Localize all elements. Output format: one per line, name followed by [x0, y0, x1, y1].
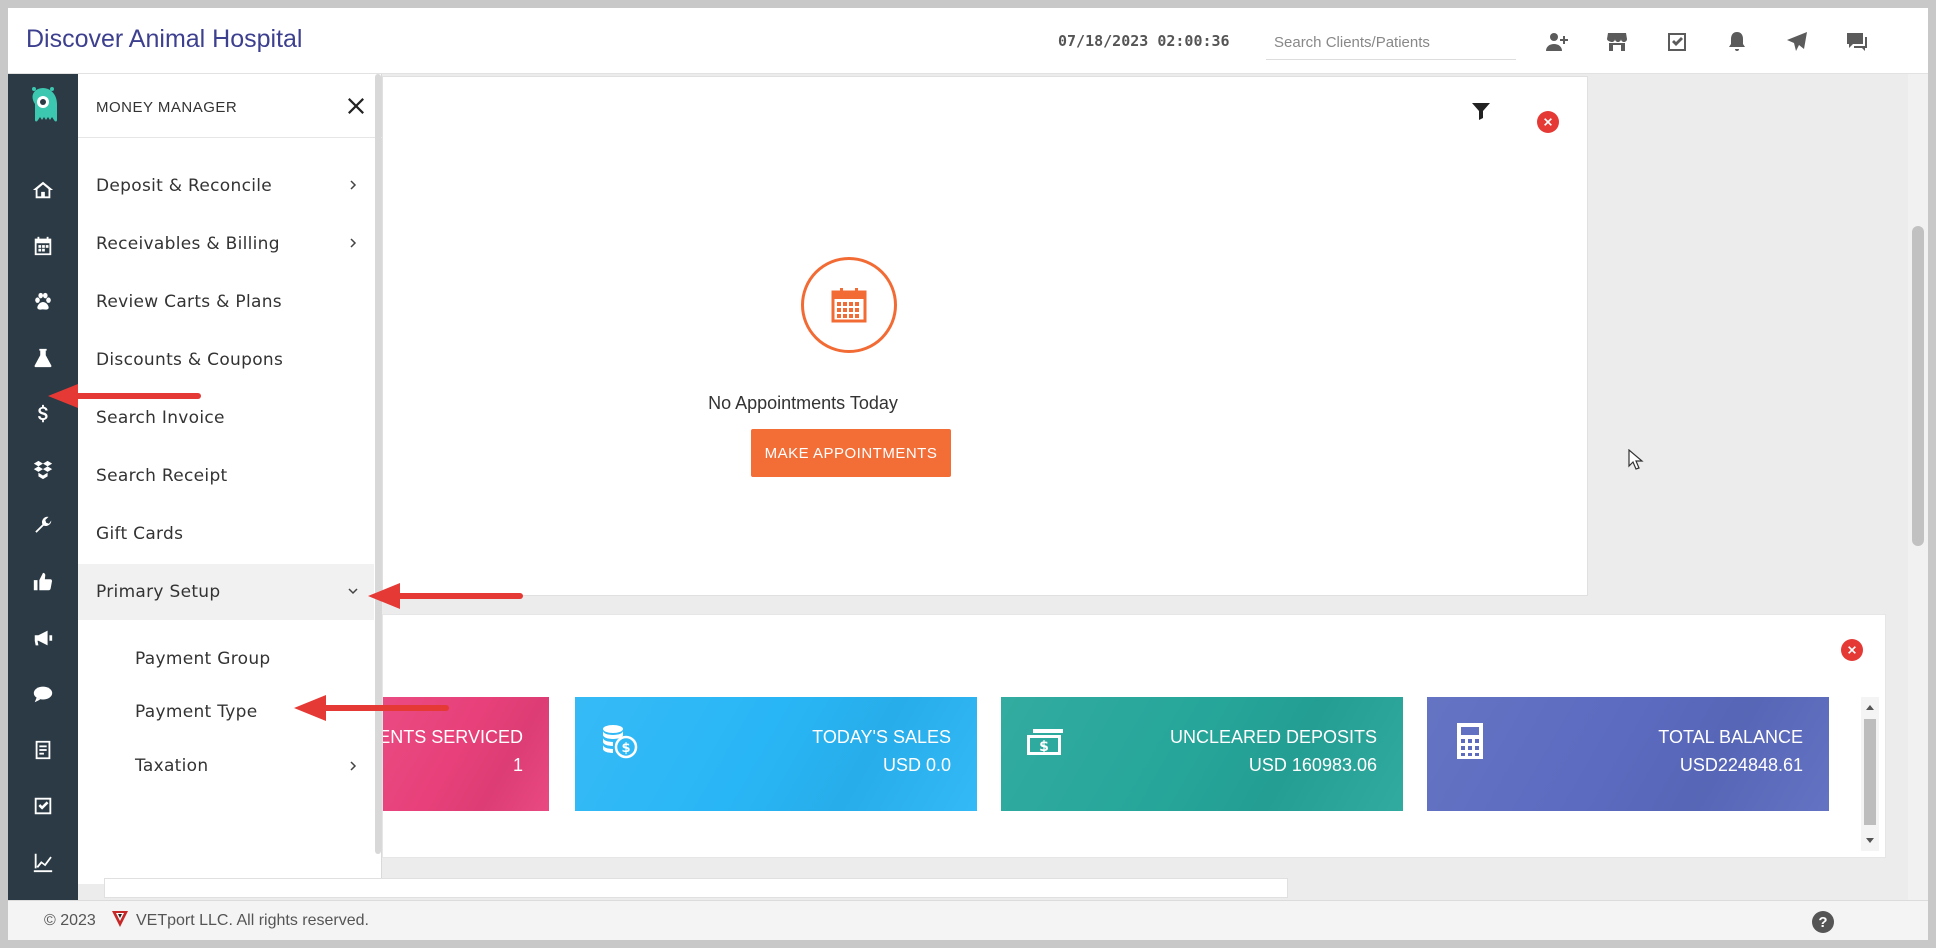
close-card-icon[interactable] — [1537, 111, 1559, 133]
calendar-icon — [801, 257, 897, 353]
add-user-icon[interactable] — [1542, 28, 1572, 56]
menu-item-label: Receivables & Billing — [96, 234, 280, 254]
menu-item-label: Review Carts & Plans — [96, 292, 282, 312]
submenu-item-label: Taxation — [135, 756, 209, 776]
tile-label: UNCLEARED DEPOSITS — [1169, 727, 1377, 747]
company-rights-text: VETport LLC. All rights reserved. — [136, 912, 369, 929]
checkbox-icon[interactable] — [8, 784, 78, 828]
chat-icon[interactable] — [1842, 28, 1872, 56]
chevron-right-icon — [350, 238, 357, 248]
document-icon[interactable] — [8, 728, 78, 772]
paw-icon[interactable] — [8, 280, 78, 324]
menu-item-deposit-reconcile[interactable]: Deposit & Reconcile — [78, 158, 374, 214]
menu-item-receivables-billing[interactable]: Receivables & Billing — [78, 216, 374, 272]
filter-icon[interactable] — [1469, 99, 1497, 127]
chart-icon[interactable] — [8, 840, 78, 884]
current-datetime: 07/18/2023 02:00:36 — [1058, 32, 1230, 50]
page-scrollbar[interactable] — [1908, 74, 1928, 900]
chevron-right-icon — [350, 180, 357, 190]
chevron-right-icon — [350, 761, 357, 771]
thumbs-up-icon[interactable] — [8, 560, 78, 604]
scroll-thumb[interactable] — [1864, 719, 1876, 825]
menu-item-review-carts-plans[interactable]: Review Carts & Plans — [78, 274, 374, 330]
tile-value: USD 160983.06 — [1248, 755, 1377, 775]
copyright-year: © 2023 — [44, 912, 96, 929]
tile-value: 1 — [512, 755, 523, 775]
svg-text:$: $ — [1039, 739, 1049, 755]
menu-item-label: Search Invoice — [96, 408, 225, 428]
mouse-cursor-icon — [1628, 449, 1644, 470]
calculator-icon — [1451, 721, 1491, 761]
annotation-arrow-dollar — [48, 384, 201, 408]
store-icon[interactable] — [1602, 28, 1632, 56]
left-icon-rail — [8, 74, 78, 900]
svg-text:$: $ — [621, 741, 630, 756]
hospital-name[interactable]: Discover Animal Hospital — [26, 25, 303, 54]
no-appointments-text: No Appointments Today — [708, 393, 898, 413]
send-icon[interactable] — [1782, 28, 1812, 56]
menu-title: MONEY MANAGER — [96, 99, 238, 116]
megaphone-icon[interactable] — [8, 616, 78, 660]
lab-flask-icon[interactable] — [8, 336, 78, 380]
stats-scrollbar[interactable] — [1861, 697, 1879, 851]
appointments-card: No Appointments Today MAKE APPOINTMENTS — [382, 76, 1588, 596]
submenu-item-taxation[interactable]: Taxation — [78, 741, 374, 791]
menu-item-primary-setup[interactable]: Primary Setup — [78, 564, 374, 620]
scroll-up-icon[interactable] — [1861, 699, 1879, 717]
scroll-down-icon[interactable] — [1861, 831, 1879, 849]
page-scroll-thumb[interactable] — [1912, 226, 1924, 546]
tile-value: USD224848.61 — [1679, 755, 1803, 775]
menu-item-gift-cards[interactable]: Gift Cards — [78, 506, 374, 562]
submenu-item-label: Payment Group — [135, 649, 271, 669]
menu-item-label: Deposit & Reconcile — [96, 176, 273, 196]
close-icon[interactable] — [342, 92, 370, 120]
next-card-edge — [104, 878, 1288, 898]
close-panel-icon[interactable] — [1841, 639, 1863, 661]
uncleared-deposits-tile[interactable]: $ UNCLEARED DEPOSITS USD 160983.06 — [1001, 697, 1403, 811]
tile-label: TODAY'S SALES — [812, 727, 951, 747]
stats-panel: TIENTS SERVICED 1 $ TODAY'S SALES USD 0.… — [382, 614, 1886, 858]
help-icon[interactable]: ? — [1812, 911, 1834, 933]
menu-item-label: Discounts & Coupons — [96, 350, 284, 370]
footer: © 2023 VETport LLC. All rights reserved.… — [8, 900, 1928, 940]
annotation-arrow-payment-type — [294, 695, 449, 721]
top-header: Discover Animal Hospital 07/18/2023 02:0… — [8, 8, 1928, 74]
tile-value: USD 0.0 — [882, 755, 951, 775]
submenu-item-payment-group[interactable]: Payment Group — [78, 634, 374, 684]
vetport-logo-icon — [112, 911, 128, 927]
menu-header: MONEY MANAGER — [78, 74, 382, 138]
menu-item-label: Search Receipt — [96, 466, 228, 486]
menu-item-label: Primary Setup — [96, 582, 221, 602]
cash-icon: $ — [1025, 721, 1065, 761]
submenu-item-label: Payment Type — [135, 702, 258, 722]
todays-sales-tile[interactable]: $ TODAY'S SALES USD 0.0 — [575, 697, 977, 811]
tile-label: TOTAL BALANCE — [1658, 727, 1803, 747]
menu-scrollbar[interactable] — [375, 74, 381, 854]
tile-label: TIENTS SERVICED — [383, 727, 523, 747]
boxes-icon[interactable] — [8, 448, 78, 492]
total-balance-tile[interactable]: TOTAL BALANCE USD224848.61 — [1427, 697, 1829, 811]
annotation-arrow-primary-setup — [368, 583, 523, 609]
coins-dollar-icon: $ — [599, 721, 639, 761]
app-window: Discover Animal Hospital 07/18/2023 02:0… — [8, 8, 1928, 940]
home-icon[interactable] — [8, 168, 78, 212]
bell-icon[interactable] — [1722, 28, 1752, 56]
task-check-icon[interactable] — [1662, 28, 1692, 56]
client-patient-search-input[interactable] — [1266, 26, 1516, 60]
wrench-icon[interactable] — [8, 504, 78, 548]
menu-item-label: Gift Cards — [96, 524, 184, 544]
make-appointments-button[interactable]: MAKE APPOINTMENTS — [751, 429, 951, 477]
money-manager-menu: MONEY MANAGER Deposit & Reconcile Receiv… — [78, 74, 382, 884]
monster-logo-icon[interactable] — [22, 84, 64, 126]
menu-item-search-receipt[interactable]: Search Receipt — [78, 448, 374, 504]
calendar-icon[interactable] — [8, 224, 78, 268]
chat-bubbles-icon[interactable] — [8, 672, 78, 716]
